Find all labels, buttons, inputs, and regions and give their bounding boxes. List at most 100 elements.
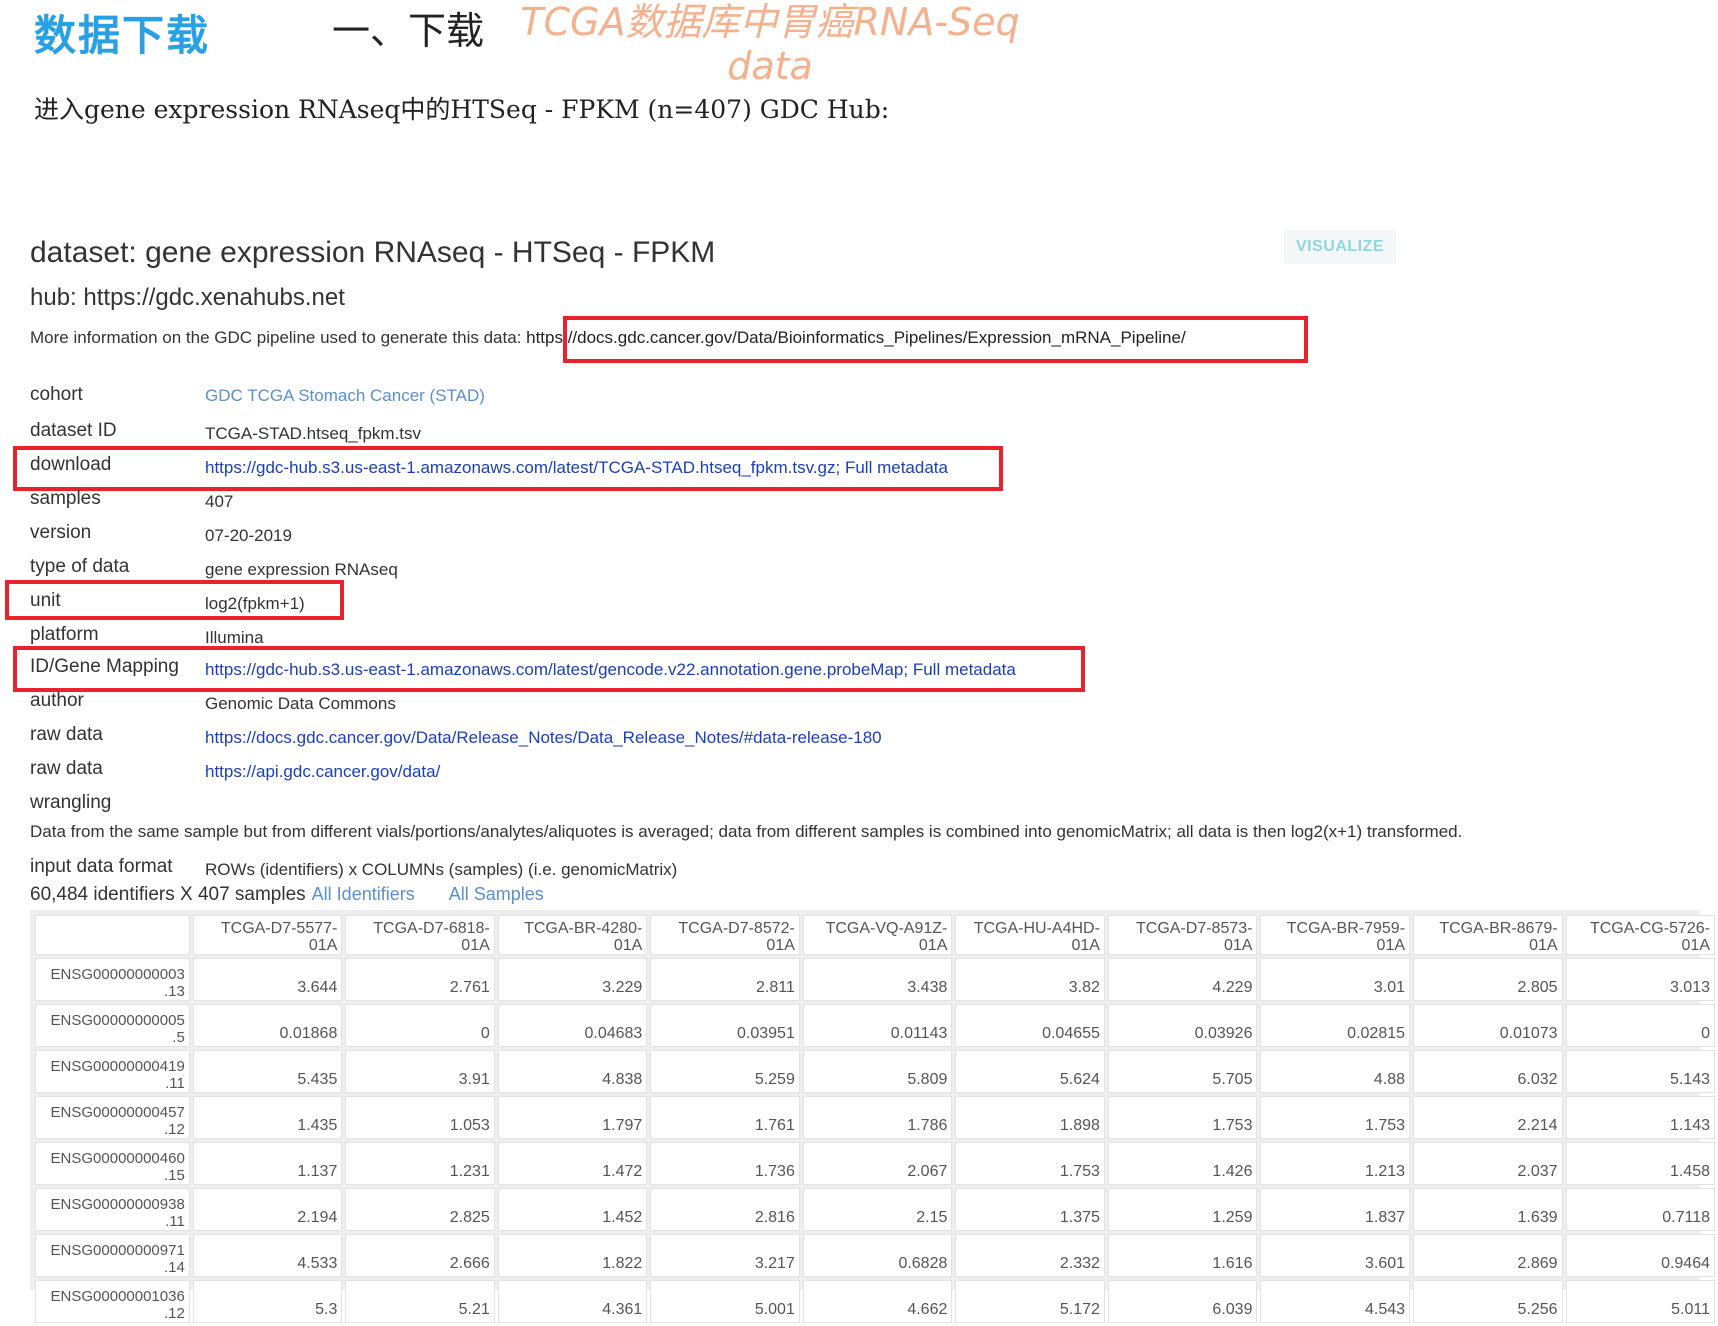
expression-value-cell: 3.82: [955, 958, 1105, 1001]
gene-id-text: ENSG00000000971: [50, 1242, 185, 1259]
expression-value-cell: 2.15: [802, 1188, 953, 1231]
more-info-text: More information on the GDC pipeline use…: [30, 328, 527, 347]
expression-value-cell: 0.01143: [802, 1004, 953, 1047]
expression-value-cell: 4.361: [497, 1280, 648, 1323]
gene-id-cell: ENSG00000000419.11: [35, 1050, 190, 1093]
section-title: 数据下载: [34, 11, 211, 60]
expression-value-cell: 1.375: [955, 1188, 1105, 1231]
expression-value-cell: 1.761: [650, 1096, 800, 1139]
column-header-text: 01A: [766, 937, 795, 954]
expression-value-cell: 5.001: [650, 1280, 800, 1323]
raw-data-link-2[interactable]: https://api.gdc.cancer.gov/data/: [205, 762, 440, 782]
column-header-text: TCGA-D7-8573-: [1135, 920, 1253, 937]
expression-value-cell: 1.753: [1260, 1096, 1411, 1139]
annotation-box-pipeline: [563, 316, 1308, 363]
expression-value-cell: 3.013: [1565, 958, 1715, 1001]
expression-value-cell: 3.01: [1260, 958, 1411, 1001]
expression-value-cell: 2.067: [802, 1142, 953, 1185]
heading-highlight: TCGA数据库中胃癌RNA-Seq data: [490, 0, 1050, 88]
column-header-text: TCGA-VQ-A91Z-: [825, 920, 948, 937]
table-row: ENSG00000000457.12 1.435 1.053 1.797 1.761 1.…: [35, 1096, 1715, 1139]
column-header-text: TCGA-D7-5577-: [220, 920, 338, 937]
expression-value-cell: 2.194: [192, 1188, 343, 1231]
matrix-body: ENSG00000000003.13 3.644 2.761 3.229 2.811 3.…: [35, 958, 1715, 1323]
dataset-title: dataset: gene expression RNAseq - HTSeq …: [30, 236, 716, 269]
expression-value-cell: 1.143: [1565, 1096, 1715, 1139]
gene-id-text: .12: [163, 1121, 185, 1138]
gene-id-cell: ENSG00000000971.14: [35, 1234, 190, 1277]
gene-id-cell: ENSG00000000460.15: [35, 1142, 190, 1185]
expression-value-cell: 2.825: [345, 1188, 495, 1231]
author-label: author: [30, 690, 84, 711]
expression-value-cell: 4.543: [1260, 1280, 1411, 1323]
expression-value-cell: 2.869: [1413, 1234, 1563, 1277]
expression-value-cell: 1.797: [497, 1096, 648, 1139]
raw-data-link-1[interactable]: https://docs.gdc.cancer.gov/Data/Release…: [205, 728, 882, 748]
expression-value-cell: 1.639: [1413, 1188, 1563, 1231]
expression-value-cell: 4.533: [192, 1234, 343, 1277]
column-header-text: 01A: [1071, 937, 1100, 954]
expression-value-cell: 5.624: [955, 1050, 1105, 1093]
table-row: ENSG00000000971.14 4.533 2.666 1.822 3.217 0.…: [35, 1234, 1715, 1277]
expression-value-cell: 6.039: [1107, 1280, 1258, 1323]
table-row: ENSG00000000460.15 1.137 1.231 1.472 1.736 2.…: [35, 1142, 1715, 1185]
column-header-text: TCGA-BR-7959-: [1286, 920, 1406, 937]
version-value: 07-20-2019: [205, 526, 292, 545]
expression-value-cell: 4.88: [1260, 1050, 1411, 1093]
column-header-sample: TCGA-VQ-A91Z- 01A: [802, 915, 953, 955]
column-header-sample: TCGA-BR-8679- 01A: [1413, 915, 1563, 955]
expression-value-cell: 1.753: [955, 1142, 1105, 1185]
expression-value-cell: 5.011: [1565, 1280, 1715, 1323]
expression-matrix: TCGA-D7-5577- 01A TCGA-D7-6818- 01A TCGA-BR-…: [32, 912, 1718, 1326]
expression-value-cell: 2.761: [345, 958, 495, 1001]
column-header-text: 01A: [1681, 937, 1710, 954]
expression-value-cell: 5.256: [1413, 1280, 1563, 1323]
gene-id-text: .12: [163, 1305, 185, 1322]
expression-value-cell: 3.91: [345, 1050, 495, 1093]
gene-id-cell: ENSG00000000003.13: [35, 958, 190, 1001]
expression-value-cell: 5.143: [1565, 1050, 1715, 1093]
expression-value-cell: 0.02815: [1260, 1004, 1411, 1047]
raw-data-label-2: raw data: [30, 758, 103, 779]
table-row: ENSG00000000419.11 5.435 3.91 4.838 5.259 5.8…: [35, 1050, 1715, 1093]
column-header-sample: TCGA-CG-5726- 01A: [1565, 915, 1715, 955]
author-value: Genomic Data Commons: [205, 694, 396, 713]
expression-value-cell: 4.229: [1107, 958, 1258, 1001]
expression-value-cell: 0.04655: [955, 1004, 1105, 1047]
version-label: version: [30, 522, 92, 543]
expression-value-cell: 3.229: [497, 958, 648, 1001]
expression-value-cell: 1.753: [1107, 1096, 1258, 1139]
expression-value-cell: 5.809: [802, 1050, 953, 1093]
visualize-button[interactable]: VISUALIZE: [1284, 230, 1396, 264]
annotation-box-unit: [5, 580, 344, 620]
all-samples-link[interactable]: All Samples: [449, 884, 544, 904]
expression-value-cell: 1.616: [1107, 1234, 1258, 1277]
gene-id-cell: ENSG00000001036.12: [35, 1280, 190, 1323]
expression-value-cell: 0.01868: [192, 1004, 343, 1047]
gene-id-text: .5: [172, 1029, 185, 1046]
platform-label: platform: [30, 624, 99, 645]
column-header-text: 01A: [461, 937, 490, 954]
column-header-text: 01A: [308, 937, 338, 954]
table-row: ENSG00000000003.13 3.644 2.761 3.229 2.811 3.…: [35, 958, 1715, 1001]
heading-highlight-line1: TCGA数据库中胃癌RNA-Seq: [520, 0, 1020, 44]
expression-value-cell: 1.259: [1107, 1188, 1258, 1231]
expression-value-cell: 5.3: [192, 1280, 343, 1323]
cohort-link[interactable]: GDC TCGA Stomach Cancer (STAD): [205, 386, 485, 406]
expression-value-cell: 2.666: [345, 1234, 495, 1277]
all-identifiers-link[interactable]: All Identifiers: [312, 884, 415, 904]
matrix-corner: [35, 915, 190, 955]
column-header-text: TCGA-D7-6818-: [373, 920, 490, 937]
expression-value-cell: 3.438: [802, 958, 953, 1001]
gene-id-text: ENSG00000000460: [50, 1150, 185, 1167]
expression-value-cell: 6.032: [1413, 1050, 1563, 1093]
expression-value-cell: 0.04683: [497, 1004, 648, 1047]
dataset-hub: hub: https://gdc.xenahubs.net: [30, 284, 345, 311]
expression-value-cell: 5.21: [345, 1280, 495, 1323]
column-header-text: TCGA-BR-8679-: [1439, 920, 1558, 937]
column-header-sample: TCGA-BR-7959- 01A: [1260, 915, 1411, 955]
wrangling-value: Data from the same sample but from diffe…: [30, 822, 1463, 841]
expression-value-cell: 0.01073: [1413, 1004, 1563, 1047]
expression-value-cell: 0: [1565, 1004, 1715, 1047]
expression-value-cell: 5.172: [955, 1280, 1105, 1323]
